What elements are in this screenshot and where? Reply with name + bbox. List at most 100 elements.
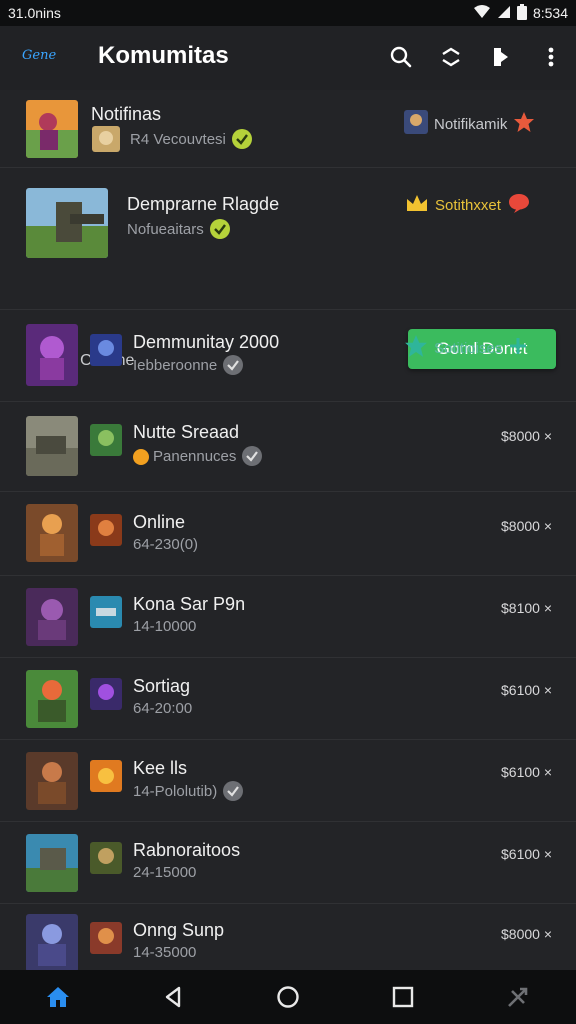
price-label: $8000 ×: [501, 518, 552, 534]
bookmark-icon[interactable]: [488, 44, 514, 70]
avatar: [90, 842, 122, 874]
avatar: [90, 334, 122, 366]
community-tag[interactable]: Sotitioises: [404, 334, 528, 362]
list-item[interactable]: Kee lls 14-Pololutib) $6100 ×: [0, 740, 576, 822]
list-item[interactable]: Rabnoraitoos 24-15000 $6100 ×: [0, 822, 576, 904]
featured-row[interactable]: Demprarne Rlagde Nofueaitars Sotithxxet …: [0, 168, 576, 369]
price-label: $6100 ×: [501, 764, 552, 780]
community-tag-label: Sotitioises: [434, 339, 503, 357]
price-label: $8100 ×: [501, 600, 552, 616]
avatar: [92, 126, 120, 152]
game-thumbnail: [26, 914, 78, 970]
sync-icon[interactable]: [438, 44, 464, 70]
back-button[interactable]: Gene: [22, 48, 56, 63]
list-item[interactable]: Sortiag 64-20:00 $6100 ×: [0, 658, 576, 740]
avatar: [90, 424, 122, 456]
featured-tag[interactable]: Sotithxxet: [405, 192, 531, 218]
recents-icon[interactable]: [383, 977, 423, 1017]
status-icons: 8:534: [473, 3, 568, 23]
row-subtitle: 14-35000: [133, 944, 197, 961]
row-title: Online: [133, 512, 186, 532]
row-subtitle: 64-20:00: [133, 700, 193, 717]
list-item[interactable]: Nutte Sreaad Panennuces $8000 ×: [0, 402, 576, 492]
price-label: $8000 ×: [501, 926, 552, 942]
avatar: [90, 678, 122, 710]
check-icon: [223, 781, 244, 801]
list-item[interactable]: Kona Sar P9n 14-10000 $8100 ×: [0, 576, 576, 658]
row-subtitle: 14-Pololutib): [133, 781, 244, 802]
row-subtitle: R4 Vecouvtesi: [130, 129, 252, 150]
home-circle-icon[interactable]: [268, 977, 308, 1017]
user-avatar-icon: [404, 110, 428, 138]
list-item[interactable]: Onng Sunp 14-35000 $8000 ×: [0, 904, 576, 970]
row-subtitle: 64-230(0): [133, 536, 199, 553]
row-title: Kee lls: [133, 758, 188, 778]
row-subtitle-text: Panennuces: [153, 447, 237, 465]
row-subtitle-text: 14-Pololutib): [133, 782, 218, 800]
verified-check-icon: [231, 129, 252, 149]
notification-tag[interactable]: Notifikamik: [404, 110, 535, 138]
wifi-icon: [473, 4, 491, 22]
row-subtitle: Iebberoonne: [133, 355, 244, 376]
notification-tag-label: Notifikamik: [434, 115, 508, 133]
list-item[interactable]: Online 64-230(0) $8000 ×: [0, 492, 576, 576]
crown-icon: [405, 193, 429, 217]
chat-bubble-icon: [507, 192, 531, 218]
avatar: [90, 922, 122, 954]
notification-row[interactable]: Notifinas R4 Vecouvtesi Notifikamik: [0, 92, 576, 168]
game-thumbnail: [26, 504, 78, 562]
row-title: Sortiag: [133, 676, 191, 696]
tools-icon[interactable]: [498, 977, 538, 1017]
game-thumbnail: [26, 100, 78, 158]
avatar: [90, 514, 122, 546]
price-label: $8000 ×: [501, 428, 552, 444]
status-bar: 31.0nins 8:534: [0, 0, 576, 26]
check-icon: [242, 446, 263, 466]
status-left-text: 31.0nins: [8, 5, 61, 21]
more-icon[interactable]: [538, 44, 564, 70]
avatar: [90, 596, 122, 628]
app-bar: Gene Komumitas: [0, 26, 576, 90]
row-title: Demmunitay 2000: [133, 332, 280, 352]
row-subtitle: 24-15000: [133, 864, 197, 881]
signal-icon: [497, 5, 511, 22]
avatar: [90, 760, 122, 792]
plus-icon: [508, 336, 528, 360]
game-thumbnail: [26, 324, 78, 386]
page-title: Komumitas: [98, 42, 229, 69]
game-thumbnail: [26, 670, 78, 728]
search-icon[interactable]: [388, 44, 414, 70]
row-title: Kona Sar P9n: [133, 594, 246, 614]
back-nav-icon[interactable]: [153, 977, 193, 1017]
battery-icon: [516, 3, 527, 23]
emoji-icon: [133, 449, 149, 465]
row-title: Notifinas: [91, 104, 162, 124]
status-time: 8:534: [532, 5, 568, 21]
featured-tag-label: Sotithxxet: [435, 196, 501, 214]
game-thumbnail: [26, 416, 78, 476]
star-icon: [404, 334, 428, 362]
navigation-bar: [0, 970, 576, 1024]
row-title: Onng Sunp: [133, 920, 225, 940]
game-thumbnail: [26, 752, 78, 810]
game-thumbnail: [26, 188, 108, 258]
row-title: Demprarne Rlagde: [127, 194, 280, 214]
row-subtitle: Panennuces: [133, 446, 263, 467]
appbar-actions: [388, 44, 564, 70]
row-subtitle-text: Nofueaitars: [127, 220, 204, 238]
home-icon[interactable]: [38, 977, 78, 1017]
row-title: Nutte Sreaad: [133, 422, 240, 442]
price-label: $6100 ×: [501, 846, 552, 862]
verified-check-icon: [209, 219, 230, 239]
row-subtitle: 14-10000: [133, 618, 197, 635]
check-icon: [223, 355, 244, 375]
game-thumbnail: [26, 588, 78, 646]
price-label: $6100 ×: [501, 682, 552, 698]
row-subtitle-text: Iebberoonne: [133, 356, 218, 374]
star-icon: [513, 111, 535, 137]
community-row[interactable]: Demmunitay 2000 Iebberoonne Sotitioises: [0, 310, 576, 402]
row-subtitle: Nofueaitars: [127, 219, 230, 240]
row-subtitle-text: R4 Vecouvtesi: [130, 130, 226, 148]
community-list: Notifinas R4 Vecouvtesi Notifikamik Demp…: [0, 92, 576, 970]
row-title: Rabnoraitoos: [133, 840, 241, 860]
